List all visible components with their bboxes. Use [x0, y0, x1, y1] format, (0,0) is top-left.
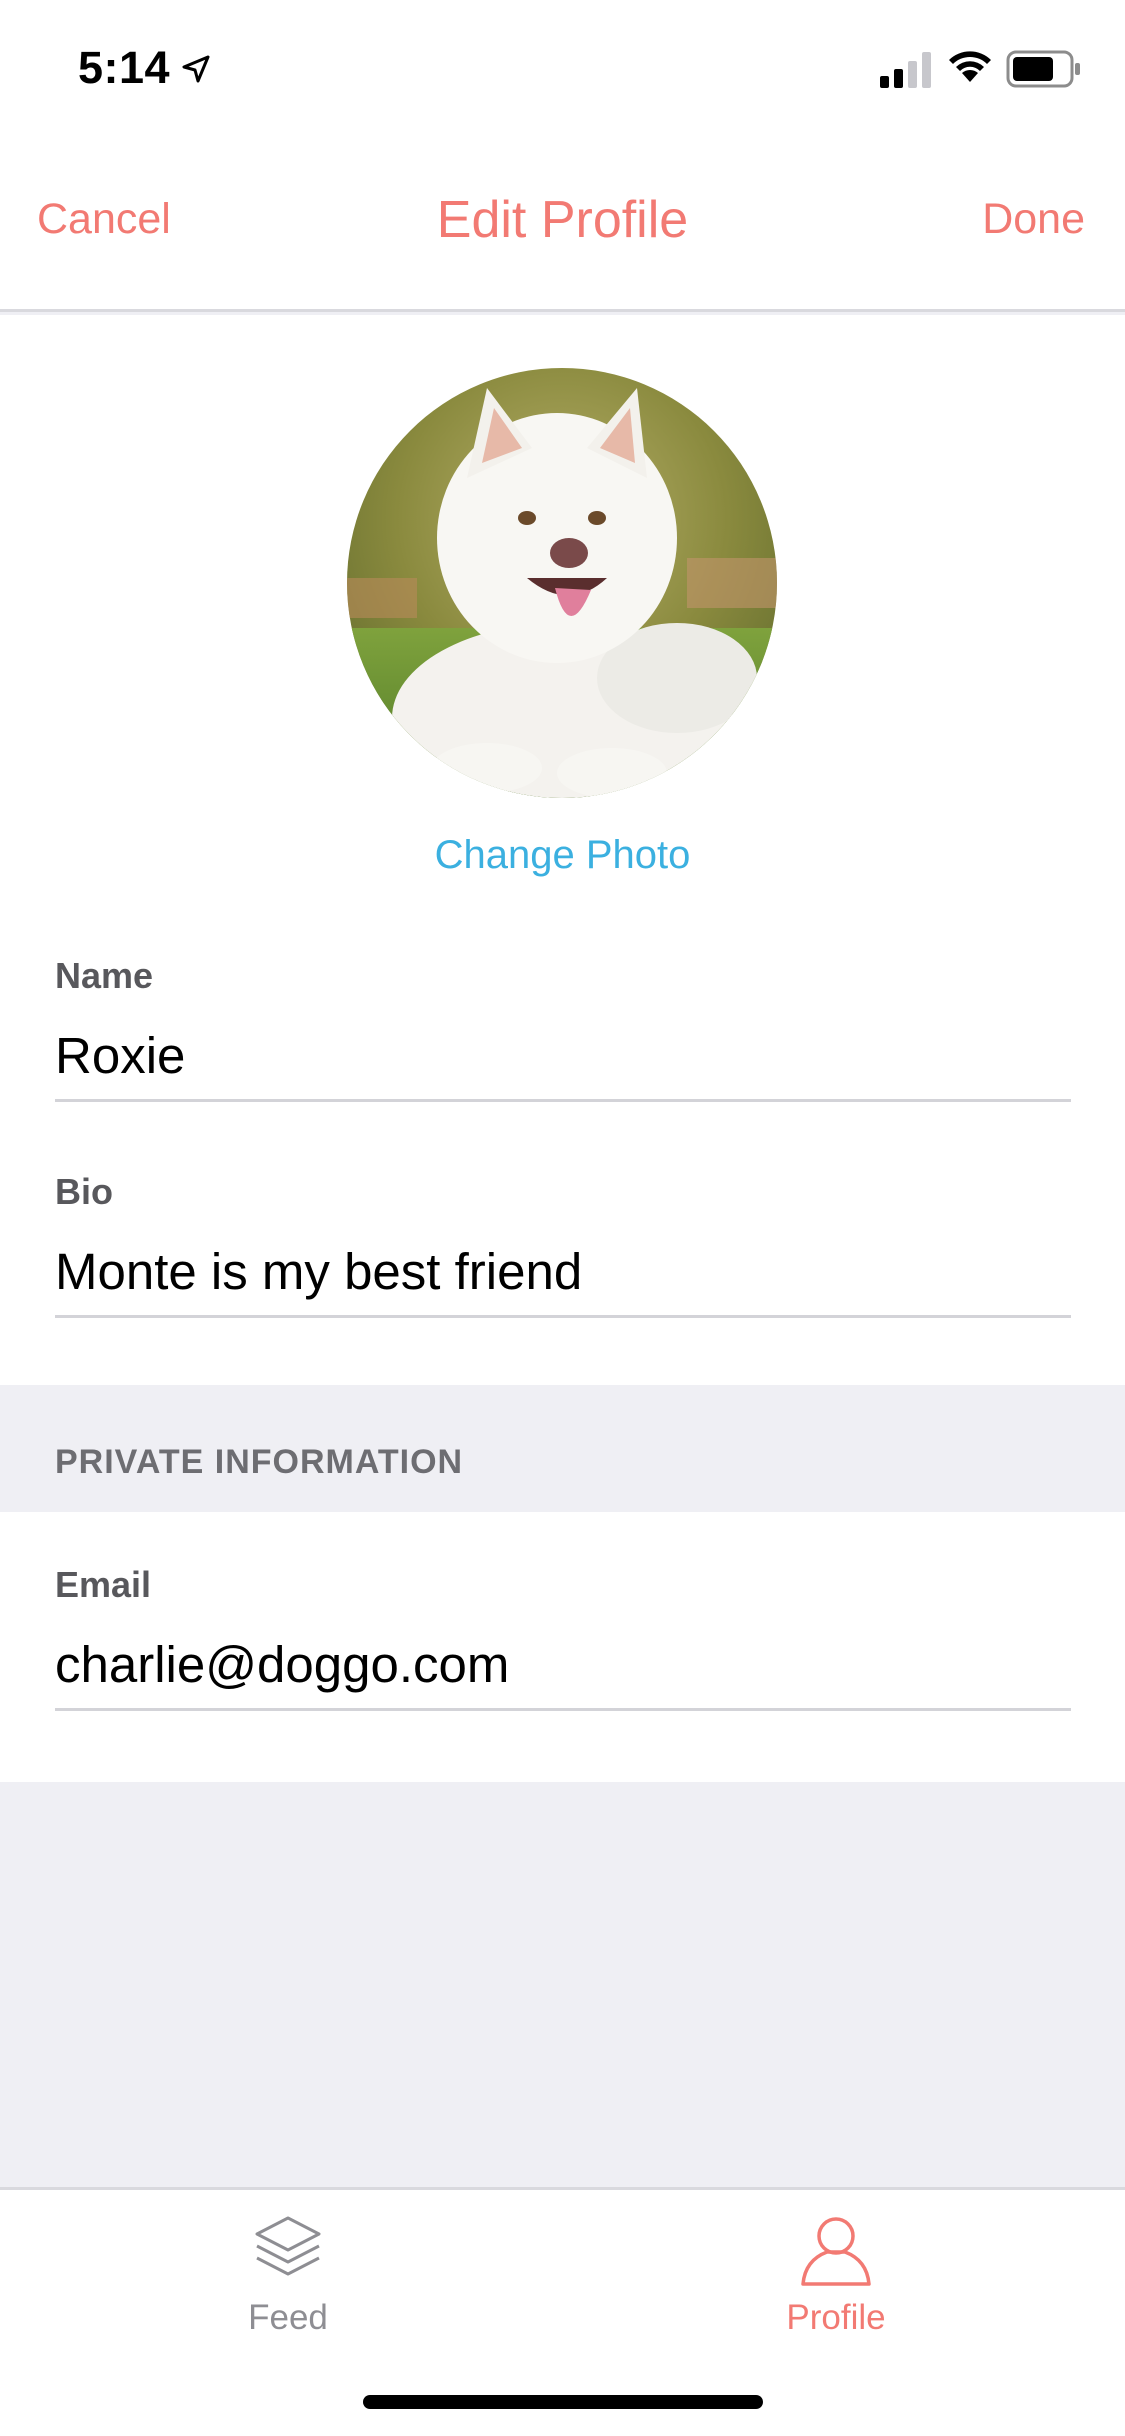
section-header-label: PRIVATE INFORMATION [55, 1443, 464, 1481]
navigation-bar: Cancel Edit Profile Done [0, 132, 1125, 312]
battery-icon [1006, 50, 1080, 88]
name-input[interactable]: Roxie [55, 1023, 1071, 1089]
profile-form-section: Change Photo Name Roxie Bio Monte is my … [0, 315, 1125, 1385]
location-arrow-icon [182, 55, 210, 83]
email-label: Email [55, 1564, 152, 1605]
cellular-signal-icon [880, 52, 931, 88]
email-field: Email charlie@doggo.com [55, 1564, 1071, 1711]
done-button[interactable]: Done [982, 195, 1085, 244]
status-time: 5:14 [78, 42, 171, 93]
bio-input[interactable]: Monte is my best friend [55, 1239, 1071, 1305]
name-field: Name Roxie [55, 955, 1071, 1102]
name-underline [55, 1099, 1071, 1102]
tab-profile-label: Profile [786, 2298, 886, 2337]
change-photo-button[interactable]: Change Photo [0, 833, 1125, 878]
email-input[interactable]: charlie@doggo.com [55, 1632, 1071, 1698]
private-information-section: Email charlie@doggo.com [0, 1512, 1125, 1782]
name-label: Name [55, 955, 154, 996]
edit-profile-screen: 5:14 Cancel Edit Profile Done Change Pho… [0, 0, 1125, 2436]
profile-avatar[interactable] [347, 368, 777, 798]
home-indicator[interactable] [363, 2395, 763, 2409]
dog-photo-image [347, 368, 777, 798]
tab-feed[interactable]: Feed [138, 2210, 438, 2338]
bio-field: Bio Monte is my best friend [55, 1171, 1071, 1318]
email-underline [55, 1708, 1071, 1711]
wifi-icon [949, 51, 991, 82]
tab-feed-label: Feed [248, 2298, 328, 2337]
page-title: Edit Profile [436, 191, 689, 249]
bio-underline [55, 1315, 1071, 1318]
status-bar: 5:14 [0, 0, 1125, 132]
person-icon [801, 2217, 871, 2286]
private-information-header: PRIVATE INFORMATION [0, 1385, 1125, 1512]
tab-profile[interactable]: Profile [686, 2210, 986, 2338]
bio-label: Bio [55, 1171, 113, 1212]
layers-icon [255, 2216, 321, 2276]
